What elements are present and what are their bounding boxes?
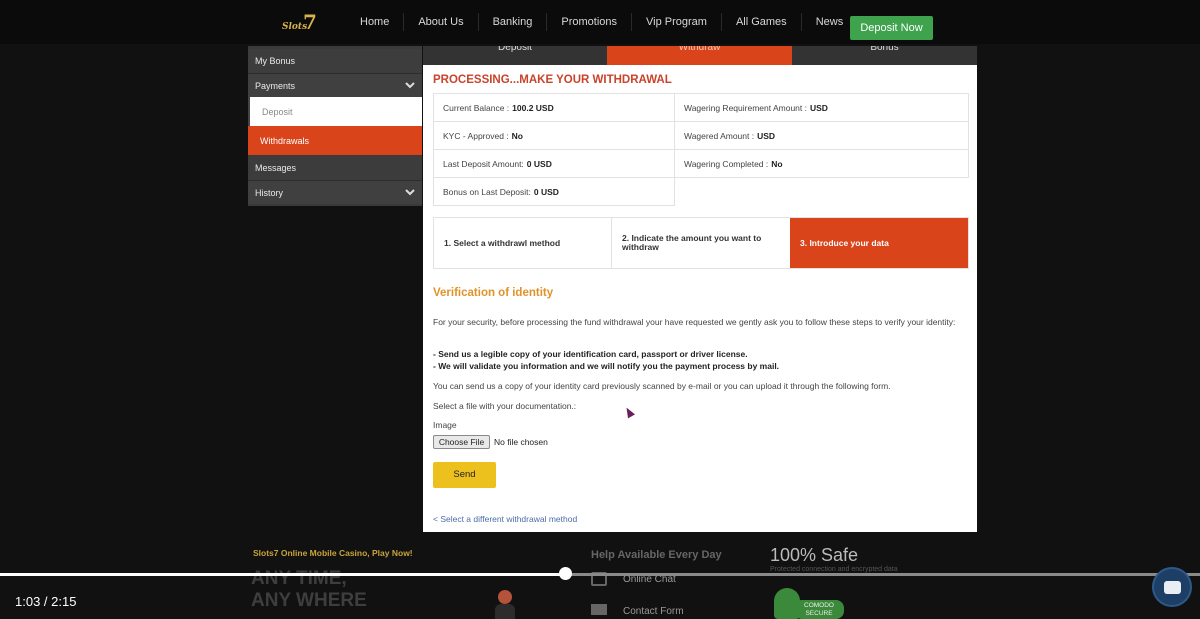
sidebar-item-history[interactable]: History xyxy=(248,180,422,204)
wagering-completed-value: No xyxy=(771,158,783,169)
file-upload-row: Choose File No file chosen xyxy=(433,435,548,449)
sidebar-item-label: Deposit xyxy=(262,106,293,117)
withdraw-steps: 1. Select a withdrawl method 2. Indicate… xyxy=(433,217,969,269)
sidebar-item-label: Messages xyxy=(255,163,297,173)
mail-icon xyxy=(591,604,607,615)
step-indicate-amount[interactable]: 2. Indicate the amount you want to withd… xyxy=(612,218,790,268)
tab-deposit[interactable]: Deposit xyxy=(423,46,607,65)
account-sidebar: My Bonus Payments Deposit Withdrawals Me… xyxy=(248,46,422,206)
verification-title: Verification of identity xyxy=(433,287,554,299)
wagered-amount-label: Wagered Amount : xyxy=(684,130,755,141)
comodo-badge-text: COMODO SECURE xyxy=(794,600,844,619)
sidebar-item-withdrawals[interactable]: Withdrawals xyxy=(248,126,422,155)
bonus-last-deposit-label: Bonus on Last Deposit: xyxy=(443,186,531,197)
send-copy-text: You can send us a copy of your identity … xyxy=(433,381,891,391)
choose-file-button[interactable]: Choose File xyxy=(433,435,490,449)
current-balance-label: Current Balance : xyxy=(443,102,510,113)
tab-withdraw[interactable]: Withdraw xyxy=(607,46,792,65)
mascot-figure xyxy=(493,590,517,619)
wagered-amount-cell: Wagered Amount : USD xyxy=(674,121,969,150)
verification-intro: For your security, before processing the… xyxy=(433,317,956,327)
mascot-head xyxy=(498,590,512,604)
sidebar-item-label: My Bonus xyxy=(255,56,296,66)
video-scrubber-handle[interactable] xyxy=(559,567,573,580)
video-progress-fill xyxy=(0,573,566,576)
safe-title: 100% Safe xyxy=(770,545,859,565)
sidebar-item-deposit[interactable]: Deposit xyxy=(248,97,422,126)
wagered-amount-value: USD xyxy=(757,130,776,141)
video-progress-bar[interactable] xyxy=(0,573,1200,576)
last-deposit-value: 0 USD xyxy=(526,158,552,169)
deposit-now-button[interactable]: Deposit Now xyxy=(850,16,933,40)
kyc-cell: KYC - Approved : No xyxy=(433,121,675,150)
anytime-line-2: ANY WHERE xyxy=(251,590,367,611)
step-select-method[interactable]: 1. Select a withdrawl method xyxy=(434,218,612,268)
verification-bullet-1: - Send us a legible copy of your identif… xyxy=(433,349,748,359)
contact-form-link[interactable]: Contact Form xyxy=(623,606,684,617)
comodo-line-2: SECURE xyxy=(805,610,833,617)
current-balance-value: 100.2 USD xyxy=(512,102,554,113)
chat-widget-button[interactable] xyxy=(1152,567,1192,607)
comodo-line-1: COMODO xyxy=(804,602,834,609)
nav-promotions[interactable]: Promotions xyxy=(547,13,632,31)
nav-about-us[interactable]: About Us xyxy=(404,13,479,31)
chat-bubble-icon xyxy=(1164,581,1181,594)
nav-banking[interactable]: Banking xyxy=(479,13,548,31)
wagering-requirement-value: USD xyxy=(810,102,828,113)
wagering-completed-label: Wagering Completed : xyxy=(684,158,769,169)
sidebar-item-label: Payments xyxy=(255,80,296,91)
kyc-label: KYC - Approved : xyxy=(443,130,509,141)
wagering-completed-cell: Wagering Completed : No xyxy=(674,149,969,178)
mascot-body xyxy=(495,604,515,619)
logo-seven: 7 xyxy=(303,10,317,34)
tab-bonus[interactable]: Bonus xyxy=(792,46,977,65)
sidebar-item-payments[interactable]: Payments xyxy=(248,73,422,97)
current-balance-cell: Current Balance : 100.2 USD xyxy=(433,93,675,122)
last-deposit-cell: Last Deposit Amount: 0 USD xyxy=(433,149,675,178)
nav-news[interactable]: News xyxy=(802,13,858,31)
nav-vip-program[interactable]: Vip Program xyxy=(632,13,722,31)
withdraw-panel: Deposit Withdraw Bonus PROCESSING...MAKE… xyxy=(423,46,977,532)
bonus-last-deposit-value: 0 USD xyxy=(533,186,559,197)
select-file-label: Select a file with your documentation.: xyxy=(433,401,577,411)
safe-subtitle: Protected connection and encrypted data xyxy=(770,566,898,573)
verification-bullet-2: - We will validate you information and w… xyxy=(433,361,780,371)
step-introduce-data[interactable]: 3. Introduce your data xyxy=(790,218,968,268)
select-different-method-link[interactable]: < Select a different withdrawal method xyxy=(433,514,577,524)
sidebar-item-messages[interactable]: Messages xyxy=(248,156,422,180)
last-deposit-label: Last Deposit Amount: xyxy=(443,158,524,169)
help-title: Help Available Every Day xyxy=(591,549,722,561)
file-status: No file chosen xyxy=(494,437,548,447)
image-label: Image xyxy=(433,420,457,430)
send-button[interactable]: Send xyxy=(433,462,496,488)
payment-tabs: Deposit Withdraw Bonus xyxy=(423,46,977,65)
chevron-down-icon xyxy=(405,80,415,90)
anytime-line-1: ANY TIME, xyxy=(251,568,347,589)
kyc-value: No xyxy=(511,130,524,141)
nav-menu: Home About Us Banking Promotions Vip Pro… xyxy=(346,0,857,44)
page-title: PROCESSING...MAKE YOUR WITHDRAWAL xyxy=(433,74,672,86)
comodo-secure-badge: COMODO SECURE xyxy=(774,588,844,619)
sidebar-item-my-bonus[interactable]: My Bonus xyxy=(248,49,422,73)
top-navigation: Slots 7 Home About Us Banking Promotions… xyxy=(0,0,1200,44)
site-logo[interactable]: Slots 7 xyxy=(282,10,338,36)
footer-promo: Slots7 Online Mobile Casino, Play Now! xyxy=(253,548,413,558)
chevron-down-icon xyxy=(405,187,415,197)
sidebar-item-label: Withdrawals xyxy=(260,135,310,146)
nav-home[interactable]: Home xyxy=(346,13,405,31)
sidebar-item-label: History xyxy=(255,187,284,198)
video-time: 1:03 / 2:15 xyxy=(15,594,77,609)
wagering-requirement-label: Wagering Requirement Amount : xyxy=(684,102,807,113)
nav-all-games[interactable]: All Games xyxy=(722,13,802,31)
bonus-last-deposit-cell: Bonus on Last Deposit: 0 USD xyxy=(433,177,675,206)
wagering-requirement-cell: Wagering Requirement Amount : USD xyxy=(674,93,969,122)
